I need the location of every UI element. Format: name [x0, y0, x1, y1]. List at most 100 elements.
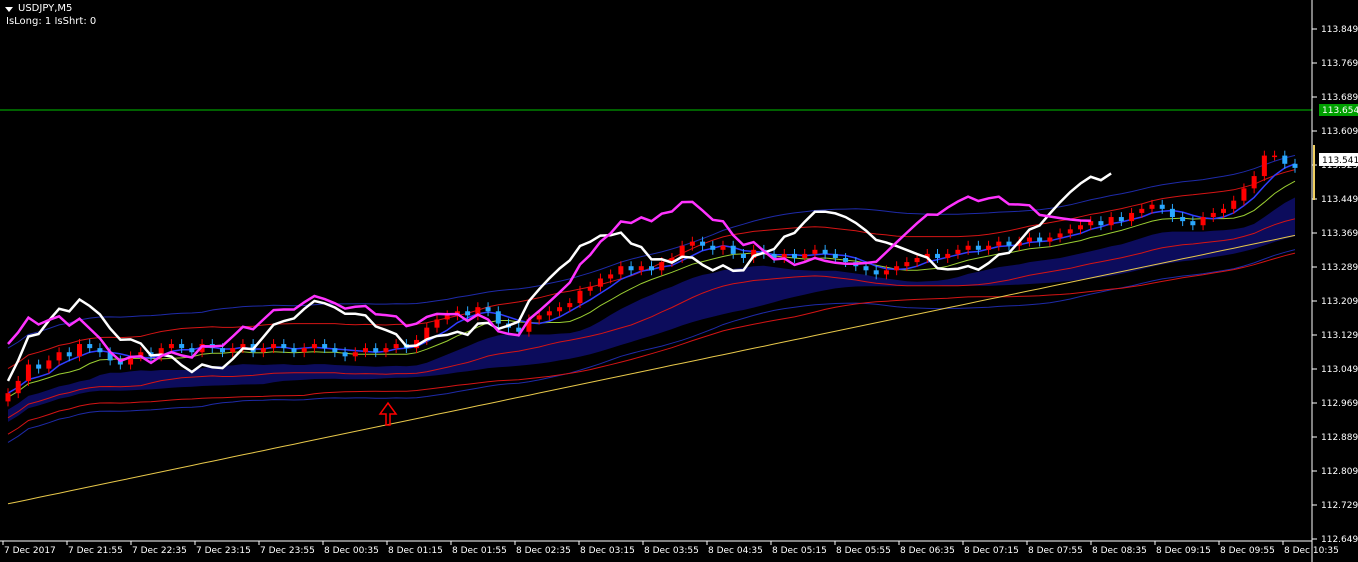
- candle-body: [730, 245, 736, 254]
- candle-body: [608, 274, 614, 279]
- candle-body: [1180, 217, 1186, 222]
- candle-body: [1190, 221, 1196, 226]
- time-tick-label: 8 Dec 03:55: [644, 546, 699, 556]
- candle-body: [700, 241, 706, 246]
- candle-body: [792, 253, 797, 259]
- candle-body: [557, 307, 563, 312]
- price-tick-label: 113.449: [1321, 195, 1358, 205]
- candle-body: [1006, 241, 1012, 246]
- candle-body: [281, 344, 287, 349]
- time-tick-label: 8 Dec 05:15: [772, 546, 827, 556]
- candle-body: [638, 266, 644, 271]
- candle-body: [546, 311, 552, 316]
- time-tick-label: 8 Dec 08:35: [1092, 546, 1147, 556]
- candle-body: [332, 348, 338, 353]
- candle-body: [189, 348, 195, 353]
- candle-body: [1221, 208, 1226, 213]
- time-tick-label: 8 Dec 04:35: [708, 546, 763, 556]
- candle-body: [536, 315, 542, 320]
- candle-body: [1026, 237, 1032, 242]
- time-tick-label: 8 Dec 02:35: [516, 546, 571, 556]
- candle-body: [996, 241, 1002, 246]
- price-tick-label: 112.889: [1321, 433, 1358, 443]
- candle-body: [373, 348, 379, 353]
- candle-body: [955, 249, 961, 254]
- price-tick-label: 113.289: [1321, 263, 1358, 273]
- price-tick-label: 113.849: [1321, 25, 1358, 35]
- candle-body: [812, 249, 818, 254]
- price-tick-label: 113.129: [1321, 331, 1358, 341]
- price-axis[interactable]: 113.849113.769113.689113.609113.529113.4…: [1312, 25, 1358, 545]
- candle-body: [393, 344, 399, 349]
- candle-body: [628, 266, 634, 271]
- candle-body: [87, 344, 93, 349]
- candle-body: [1149, 204, 1155, 209]
- candle-body: [1078, 225, 1083, 230]
- candle-body: [1261, 155, 1267, 177]
- candle-body: [495, 311, 501, 324]
- candle-body: [935, 253, 940, 259]
- time-tick-label: 8 Dec 07:15: [964, 546, 1019, 556]
- candle-body: [168, 344, 174, 349]
- candle-body: [597, 278, 603, 287]
- time-tick-label: 8 Dec 05:55: [836, 546, 891, 556]
- candle-body: [15, 380, 21, 394]
- candle-body: [720, 245, 726, 250]
- time-tick-label: 8 Dec 00:35: [324, 546, 379, 556]
- time-tick-label: 8 Dec 07:55: [1028, 546, 1083, 556]
- candle-body: [894, 266, 900, 271]
- time-tick-label: 7 Dec 23:15: [196, 546, 251, 556]
- candle-body: [1251, 176, 1257, 189]
- candle-body: [1159, 204, 1165, 209]
- time-tick-label: 7 Dec 21:55: [68, 546, 123, 556]
- candle-body: [1210, 212, 1216, 218]
- candle-body: [260, 348, 266, 353]
- candle-body: [1098, 221, 1104, 226]
- candle-body: [465, 311, 471, 316]
- price-tick-label: 113.609: [1321, 127, 1358, 137]
- price-tick-label: 112.809: [1321, 467, 1358, 477]
- candle-body: [618, 266, 624, 275]
- candle-body: [1272, 155, 1278, 158]
- candle-body: [291, 348, 297, 353]
- candle-body: [710, 245, 716, 250]
- candle-body: [179, 344, 185, 349]
- candle-body: [975, 245, 981, 250]
- candle-body: [567, 303, 573, 308]
- candle-body: [945, 253, 951, 259]
- candle-body: [25, 364, 31, 381]
- candle-body: [77, 344, 82, 357]
- candle-body: [342, 352, 348, 357]
- time-tick-label: 8 Dec 01:55: [452, 546, 507, 556]
- candle-body: [383, 348, 389, 353]
- candle-body: [56, 352, 62, 361]
- candle-body: [577, 290, 583, 304]
- candle-body: [986, 245, 992, 250]
- time-tick-label: 7 Dec 22:35: [132, 546, 187, 556]
- price-tick-label: 112.729: [1321, 501, 1358, 511]
- candle-body: [689, 241, 695, 246]
- candle-body: [649, 266, 654, 271]
- candle-body: [1108, 217, 1114, 226]
- candle-body: [1037, 237, 1043, 242]
- candle-body: [434, 319, 440, 328]
- candle-body: [1057, 233, 1063, 238]
- candle-body: [883, 270, 889, 275]
- candle-body: [802, 253, 808, 259]
- candle-body: [904, 262, 910, 267]
- time-tick-label: 7 Dec 23:55: [260, 546, 315, 556]
- candle-body: [220, 348, 225, 353]
- current-price-label: 113.541: [1322, 156, 1358, 166]
- time-tick-label: 7 Dec 2017: [4, 546, 56, 556]
- time-tick-label: 8 Dec 10:35: [1284, 546, 1339, 556]
- price-chart[interactable]: 113.849113.769113.689113.609113.529113.4…: [0, 0, 1358, 562]
- candle-body: [832, 253, 838, 259]
- candle-body: [1118, 217, 1124, 222]
- candle-body: [485, 307, 491, 312]
- candle-body: [66, 352, 72, 357]
- candle-body: [97, 348, 103, 353]
- time-tick-label: 8 Dec 01:15: [388, 546, 443, 556]
- candle-body: [36, 364, 42, 369]
- time-axis[interactable]: 7 Dec 2017 7 Dec 21:55 7 Dec 22:35 7 Dec 23…: [2, 541, 1339, 556]
- price-tick-label: 113.369: [1321, 229, 1358, 239]
